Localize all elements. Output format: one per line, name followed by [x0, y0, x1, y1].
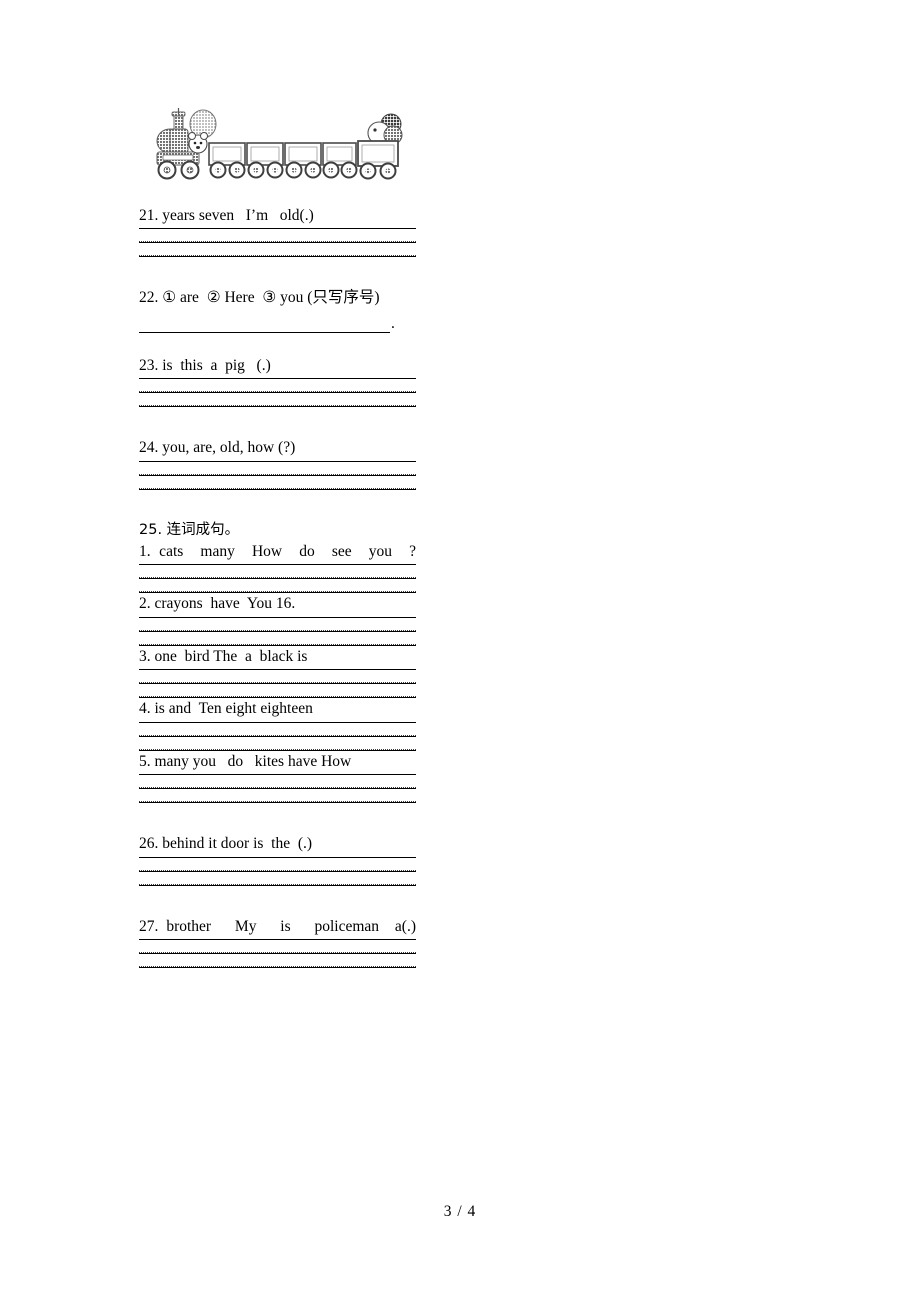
question-text: 24. you, are, old, how (?): [139, 439, 296, 457]
question-q26: 26. behind it door is the (.): [139, 833, 416, 886]
question-text: 22. ① are ② Here ③ you (只写序号): [139, 289, 380, 307]
answer-write-space: [139, 858, 416, 870]
answer-write-space: [139, 789, 416, 801]
answer-write-space: [139, 618, 416, 630]
answer-lines[interactable]: [139, 460, 416, 490]
answer-lines[interactable]: [139, 378, 416, 408]
wagon-2: [246, 142, 284, 179]
answer-trailing-punctuation: .: [391, 315, 395, 333]
subquestion-q25-4: 4. is and Ten eight eighteen: [139, 698, 416, 751]
answer-blank[interactable]: [139, 318, 390, 333]
answer-write-space: [139, 670, 416, 682]
answer-write-space: [139, 940, 416, 952]
subquestion-q25-1: 1. cats many How do see you ?: [139, 541, 416, 594]
answer-write-space: [139, 872, 416, 884]
question-q21: 21. years seven I’m old(.): [139, 205, 416, 258]
answer-rule-line: [139, 967, 416, 969]
subquestion-q25-2: 2. crayons have You 16.: [139, 593, 416, 646]
questions-container: 21. years seven I’m old(.) 22. ① are ② H…: [139, 205, 416, 969]
question-q24: 24. you, are, old, how (?): [139, 437, 416, 490]
question-text: 1. cats many How do see you ?: [139, 542, 416, 560]
answer-lines[interactable]: [139, 669, 416, 699]
answer-write-space: [139, 954, 416, 966]
answer-lines[interactable]: [139, 939, 416, 969]
question-text: 3. one bird The a black is: [139, 647, 308, 665]
answer-write-space: [139, 243, 416, 255]
answer-write-space: [139, 775, 416, 787]
answer-write-space: [139, 632, 416, 644]
train-clipart-image: [148, 108, 410, 182]
question-text: 5. many you do kites have How: [139, 752, 352, 770]
answer-lines[interactable]: [139, 564, 416, 594]
question-text: 21. years seven I’m old(.): [139, 207, 314, 224]
wagon-5: [357, 140, 399, 180]
worksheet-page: 21. years seven I’m old(.) 22. ① are ② H…: [0, 0, 920, 1302]
answer-lines[interactable]: [139, 228, 416, 258]
page-number-footer: 3 / 4: [443, 1203, 477, 1220]
answer-write-space: [139, 393, 416, 405]
wagon-3: [284, 142, 322, 179]
question-text: 26. behind it door is the (.): [139, 835, 313, 853]
answer-lines[interactable]: [139, 721, 416, 751]
answer-write-space: [139, 684, 416, 696]
wagon-1: [208, 142, 246, 179]
answer-write-space: [139, 476, 416, 488]
answer-write-space: [139, 565, 416, 577]
answer-write-space: [139, 229, 416, 241]
answer-write-space: [139, 579, 416, 591]
question-text: 27. brother My is policeman a(.): [139, 917, 416, 935]
question-heading: 25. 连词成句。: [139, 521, 240, 538]
wagon-4: [322, 142, 358, 179]
answer-write-space: [139, 723, 416, 735]
subquestion-q25-5: 5. many you do kites have How: [139, 751, 416, 804]
answer-lines[interactable]: .: [139, 311, 416, 333]
answer-lines[interactable]: [139, 616, 416, 646]
question-text: 4. is and Ten eight eighteen: [139, 700, 313, 718]
question-q25: 25. 连词成句。 1. cats many How do see you ? …: [139, 520, 416, 804]
question-q23: 23. is this a pig (.): [139, 355, 416, 408]
answer-write-space: [139, 737, 416, 749]
answer-lines[interactable]: [139, 856, 416, 886]
answer-write-space: [139, 462, 416, 474]
question-text: 2. crayons have You 16.: [139, 595, 296, 613]
question-q27: 27. brother My is policeman a(.): [139, 916, 416, 969]
answer-write-space: [139, 379, 416, 391]
subquestion-q25-3: 3. one bird The a black is: [139, 646, 416, 699]
answer-lines[interactable]: [139, 774, 416, 804]
question-text: 23. is this a pig (.): [139, 356, 271, 374]
question-q22: 22. ① are ② Here ③ you (只写序号) .: [139, 287, 416, 333]
